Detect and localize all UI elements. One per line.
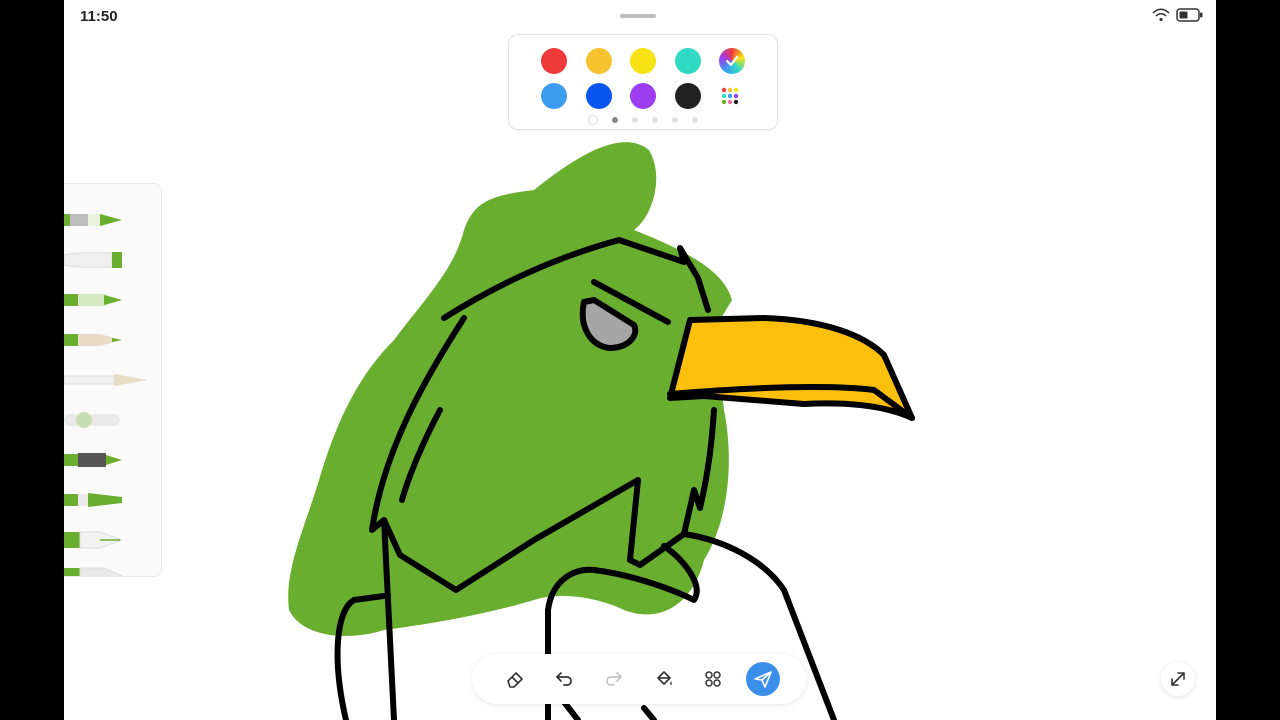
crayon-tool[interactable] xyxy=(64,326,160,354)
fineliner-tool[interactable] xyxy=(64,286,160,314)
swatch-amber[interactable] xyxy=(586,48,612,74)
more-colors-button[interactable] xyxy=(719,83,745,109)
pager-dot[interactable] xyxy=(652,117,658,123)
fill-bucket-icon xyxy=(656,671,672,685)
foot-outline xyxy=(561,699,657,720)
brush-tool[interactable] xyxy=(64,366,160,394)
swatch-blue[interactable] xyxy=(586,83,612,109)
swatch-red[interactable] xyxy=(541,48,567,74)
recent-colors-icon[interactable] xyxy=(588,115,598,125)
swatch-yellow[interactable] xyxy=(630,48,656,74)
apps-grid-button[interactable] xyxy=(696,662,730,696)
brush-tool-panel xyxy=(64,183,162,577)
green-fill-area xyxy=(288,142,732,636)
pager-dot[interactable] xyxy=(632,117,638,123)
pager-dot[interactable] xyxy=(692,117,698,123)
bottom-toolbar xyxy=(472,654,806,704)
wifi-icon xyxy=(1152,8,1170,22)
undo-button[interactable] xyxy=(547,662,581,696)
swatch-black[interactable] xyxy=(675,83,701,109)
send-button[interactable] xyxy=(746,662,781,696)
send-icon xyxy=(754,671,772,688)
battery-icon xyxy=(1176,8,1203,22)
custom-color-picker[interactable] xyxy=(719,48,745,74)
highlighter-tool[interactable] xyxy=(64,486,160,514)
palette-pager xyxy=(509,115,777,125)
swatch-teal[interactable] xyxy=(675,48,701,74)
status-icons xyxy=(1152,8,1204,22)
fill-bucket-button[interactable] xyxy=(647,662,681,696)
airbrush-tool[interactable] xyxy=(64,406,160,434)
fullscreen-button[interactable] xyxy=(1161,662,1195,696)
eraser-button[interactable] xyxy=(498,662,532,696)
pager-dot[interactable] xyxy=(672,117,678,123)
more-colors-icon xyxy=(721,87,739,105)
apps-grid-icon xyxy=(705,671,722,687)
marker-tool[interactable] xyxy=(64,446,160,474)
swatch-purple[interactable] xyxy=(630,83,656,109)
status-time: 11:50 xyxy=(80,8,118,25)
calligraphy-pen-tool[interactable] xyxy=(64,562,160,577)
pencil-tool[interactable] xyxy=(64,206,160,234)
checkmark-icon xyxy=(725,55,739,67)
expand-icon xyxy=(1171,672,1185,686)
eraser-icon xyxy=(507,672,523,688)
swatch-sky-blue[interactable] xyxy=(541,83,567,109)
redo-icon xyxy=(606,672,622,686)
undo-icon xyxy=(556,672,573,686)
top-drag-handle[interactable] xyxy=(620,14,656,18)
color-palette xyxy=(508,34,778,130)
fountain-pen-tool[interactable] xyxy=(64,526,160,554)
ballpoint-pen-tool[interactable] xyxy=(64,246,160,274)
pager-dot[interactable] xyxy=(612,117,618,123)
drawing-app-screen: 11:50 xyxy=(64,0,1216,720)
redo-button[interactable] xyxy=(597,662,631,696)
